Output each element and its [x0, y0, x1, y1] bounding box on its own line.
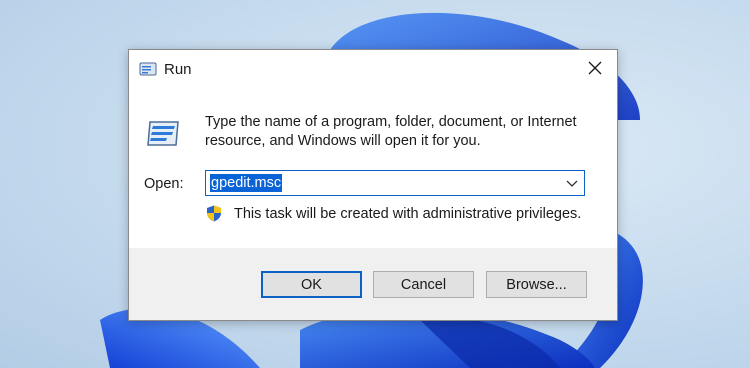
- close-icon: [588, 61, 602, 75]
- uac-shield-icon: [207, 205, 221, 222]
- run-dialog: Run Type the name of a program, folder, …: [128, 49, 618, 321]
- admin-privileges-note: This task will be created with administr…: [234, 206, 582, 222]
- run-icon: [147, 121, 179, 146]
- title-bar[interactable]: Run: [129, 50, 617, 88]
- run-icon: [139, 62, 157, 76]
- chevron-down-icon[interactable]: [566, 178, 578, 188]
- window-title: Run: [164, 61, 192, 78]
- run-description: Type the name of a program, folder, docu…: [205, 114, 577, 149]
- browse-button[interactable]: Browse...: [486, 271, 587, 298]
- ok-button[interactable]: OK: [261, 271, 362, 298]
- open-input[interactable]: gpedit.msc: [210, 174, 283, 192]
- close-button[interactable]: [573, 50, 617, 86]
- cancel-button[interactable]: Cancel: [373, 271, 474, 298]
- open-label: Open:: [144, 176, 184, 192]
- button-bar: OK Cancel Browse...: [129, 248, 617, 320]
- open-combobox[interactable]: gpedit.msc: [205, 170, 585, 196]
